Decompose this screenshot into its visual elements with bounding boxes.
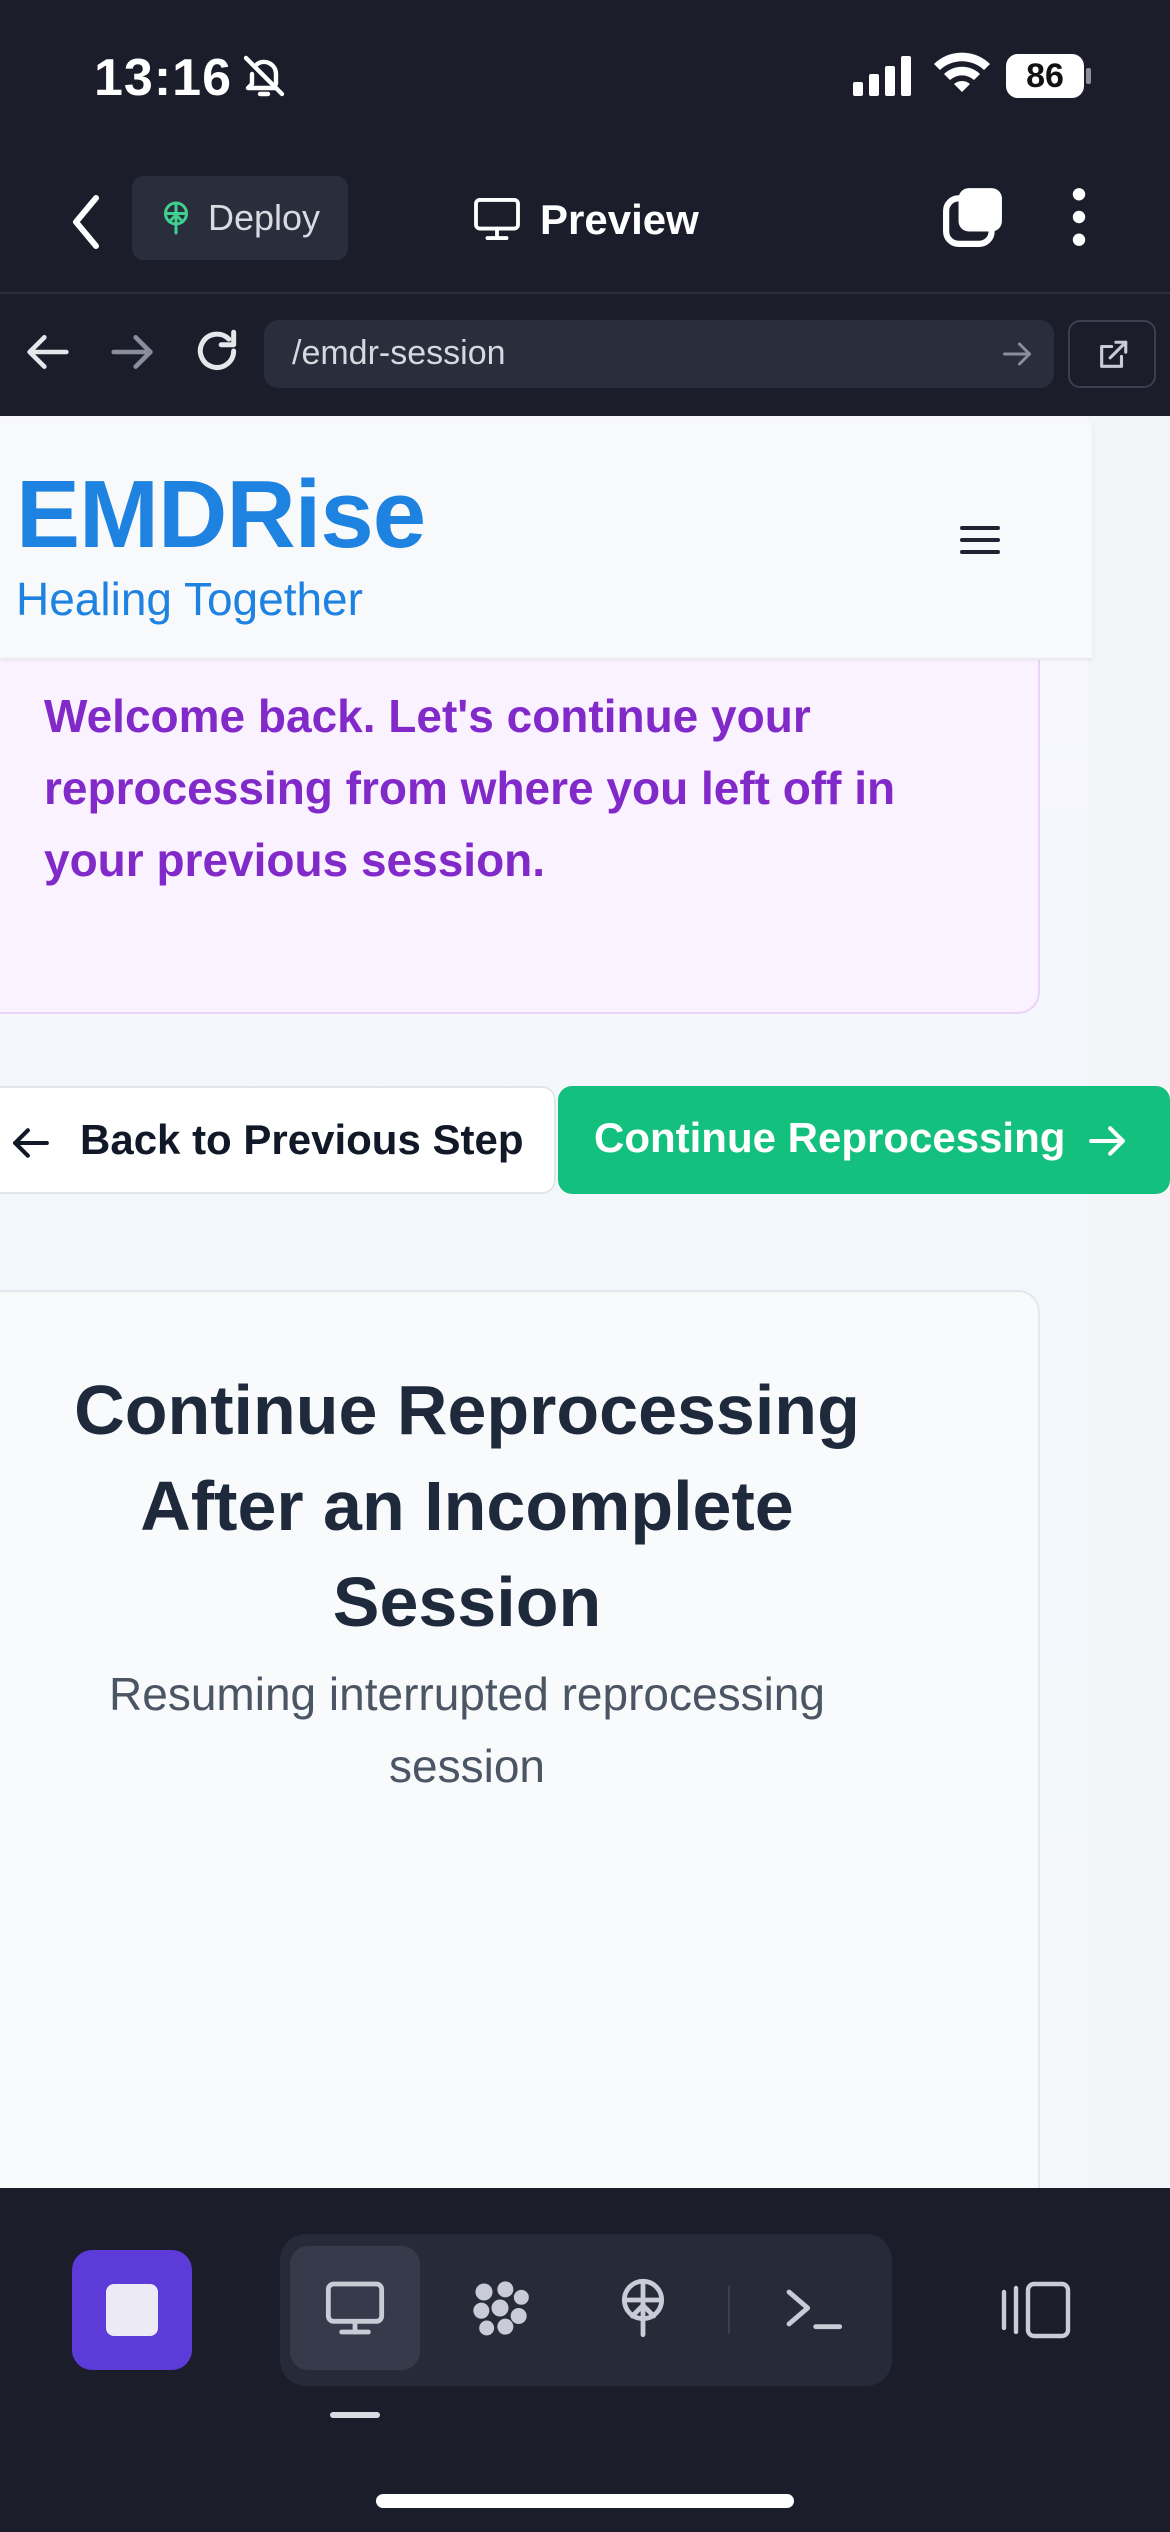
back-chevron-icon[interactable]	[66, 192, 106, 252]
tool-switcher	[280, 2234, 892, 2386]
continue-reprocessing-button[interactable]: Continue Reprocessing	[558, 1086, 1170, 1194]
apps-icon	[473, 2281, 529, 2336]
monitor-icon	[474, 198, 520, 240]
home-indicator[interactable]	[376, 2494, 794, 2508]
site-logo[interactable]: EMDRise	[16, 460, 426, 570]
tool-apps[interactable]	[435, 2246, 565, 2370]
bell-slash-icon	[243, 55, 285, 97]
back-button-label: Back to Previous Step	[80, 1116, 524, 1163]
terminal-icon	[786, 2289, 843, 2330]
tool-preview[interactable]	[290, 2246, 420, 2370]
app-toolbar: Deploy Preview	[0, 160, 1170, 294]
menu-icon[interactable]	[960, 526, 1000, 558]
back-to-previous-step-button[interactable]: Back to Previous Step	[0, 1086, 556, 1194]
site-header: EMDRise Healing Together	[0, 422, 1092, 658]
welcome-message: Welcome back. Let's continue your reproc…	[44, 690, 896, 886]
url-field[interactable]: /emdr-session	[264, 320, 1054, 388]
open-external-button[interactable]	[1068, 320, 1156, 388]
signal-icon	[853, 56, 911, 96]
arrow-right-icon	[1089, 1126, 1125, 1156]
session-subtitle: Resuming interrupted reprocessing sessio…	[109, 1668, 825, 1792]
deploy-icon	[621, 2278, 665, 2338]
browser-bar: /emdr-session	[0, 296, 1170, 414]
deploy-icon	[164, 201, 188, 235]
url-text: /emdr-session	[292, 334, 506, 372]
session-title: Continue Reprocessing After an Incomplet…	[74, 1371, 860, 1641]
app-window: 13:16 86 Deploy Preview /emdr-session We…	[0, 0, 1170, 2532]
arrow-left-icon[interactable]	[26, 332, 70, 372]
more-vertical-icon[interactable]	[1064, 186, 1094, 248]
battery-icon: 86	[1006, 54, 1091, 98]
tabs-icon[interactable]	[942, 186, 1004, 248]
tool-separator	[728, 2286, 730, 2334]
monitor-icon	[325, 2281, 385, 2335]
webview: Welcome back. Let's continue your reproc…	[0, 416, 1170, 2188]
status-bar: 13:16 86	[0, 0, 1170, 150]
reload-icon[interactable]	[192, 326, 242, 376]
go-arrow-icon[interactable]	[1002, 340, 1032, 368]
site-tagline: Healing Together	[16, 573, 363, 625]
bottom-toolbar	[0, 2188, 1170, 2532]
session-card: Continue Reprocessing After an Incomplet…	[0, 1290, 1040, 2188]
stop-button[interactable]	[72, 2250, 192, 2370]
deploy-label: Deploy	[208, 197, 321, 238]
battery-level: 86	[1006, 54, 1084, 98]
deploy-button[interactable]: Deploy	[132, 176, 348, 260]
external-link-icon	[1100, 340, 1128, 368]
webview-edge	[1088, 416, 1170, 2188]
battery-nub	[1086, 68, 1091, 84]
tool-deploy[interactable]	[578, 2246, 708, 2370]
preview-label: Preview	[540, 196, 699, 243]
panel-toggle-icon[interactable]	[1000, 2280, 1072, 2340]
status-time: 13:16	[94, 49, 232, 107]
stop-icon	[106, 2284, 158, 2336]
wifi-icon	[934, 52, 990, 92]
welcome-card: Welcome back. Let's continue your reproc…	[0, 660, 1040, 1014]
continue-button-label: Continue Reprocessing	[594, 1114, 1066, 1161]
arrow-right-icon[interactable]	[110, 332, 154, 372]
tool-terminal[interactable]	[748, 2246, 878, 2370]
arrow-left-icon	[13, 1128, 49, 1158]
active-tool-indicator	[330, 2412, 380, 2418]
